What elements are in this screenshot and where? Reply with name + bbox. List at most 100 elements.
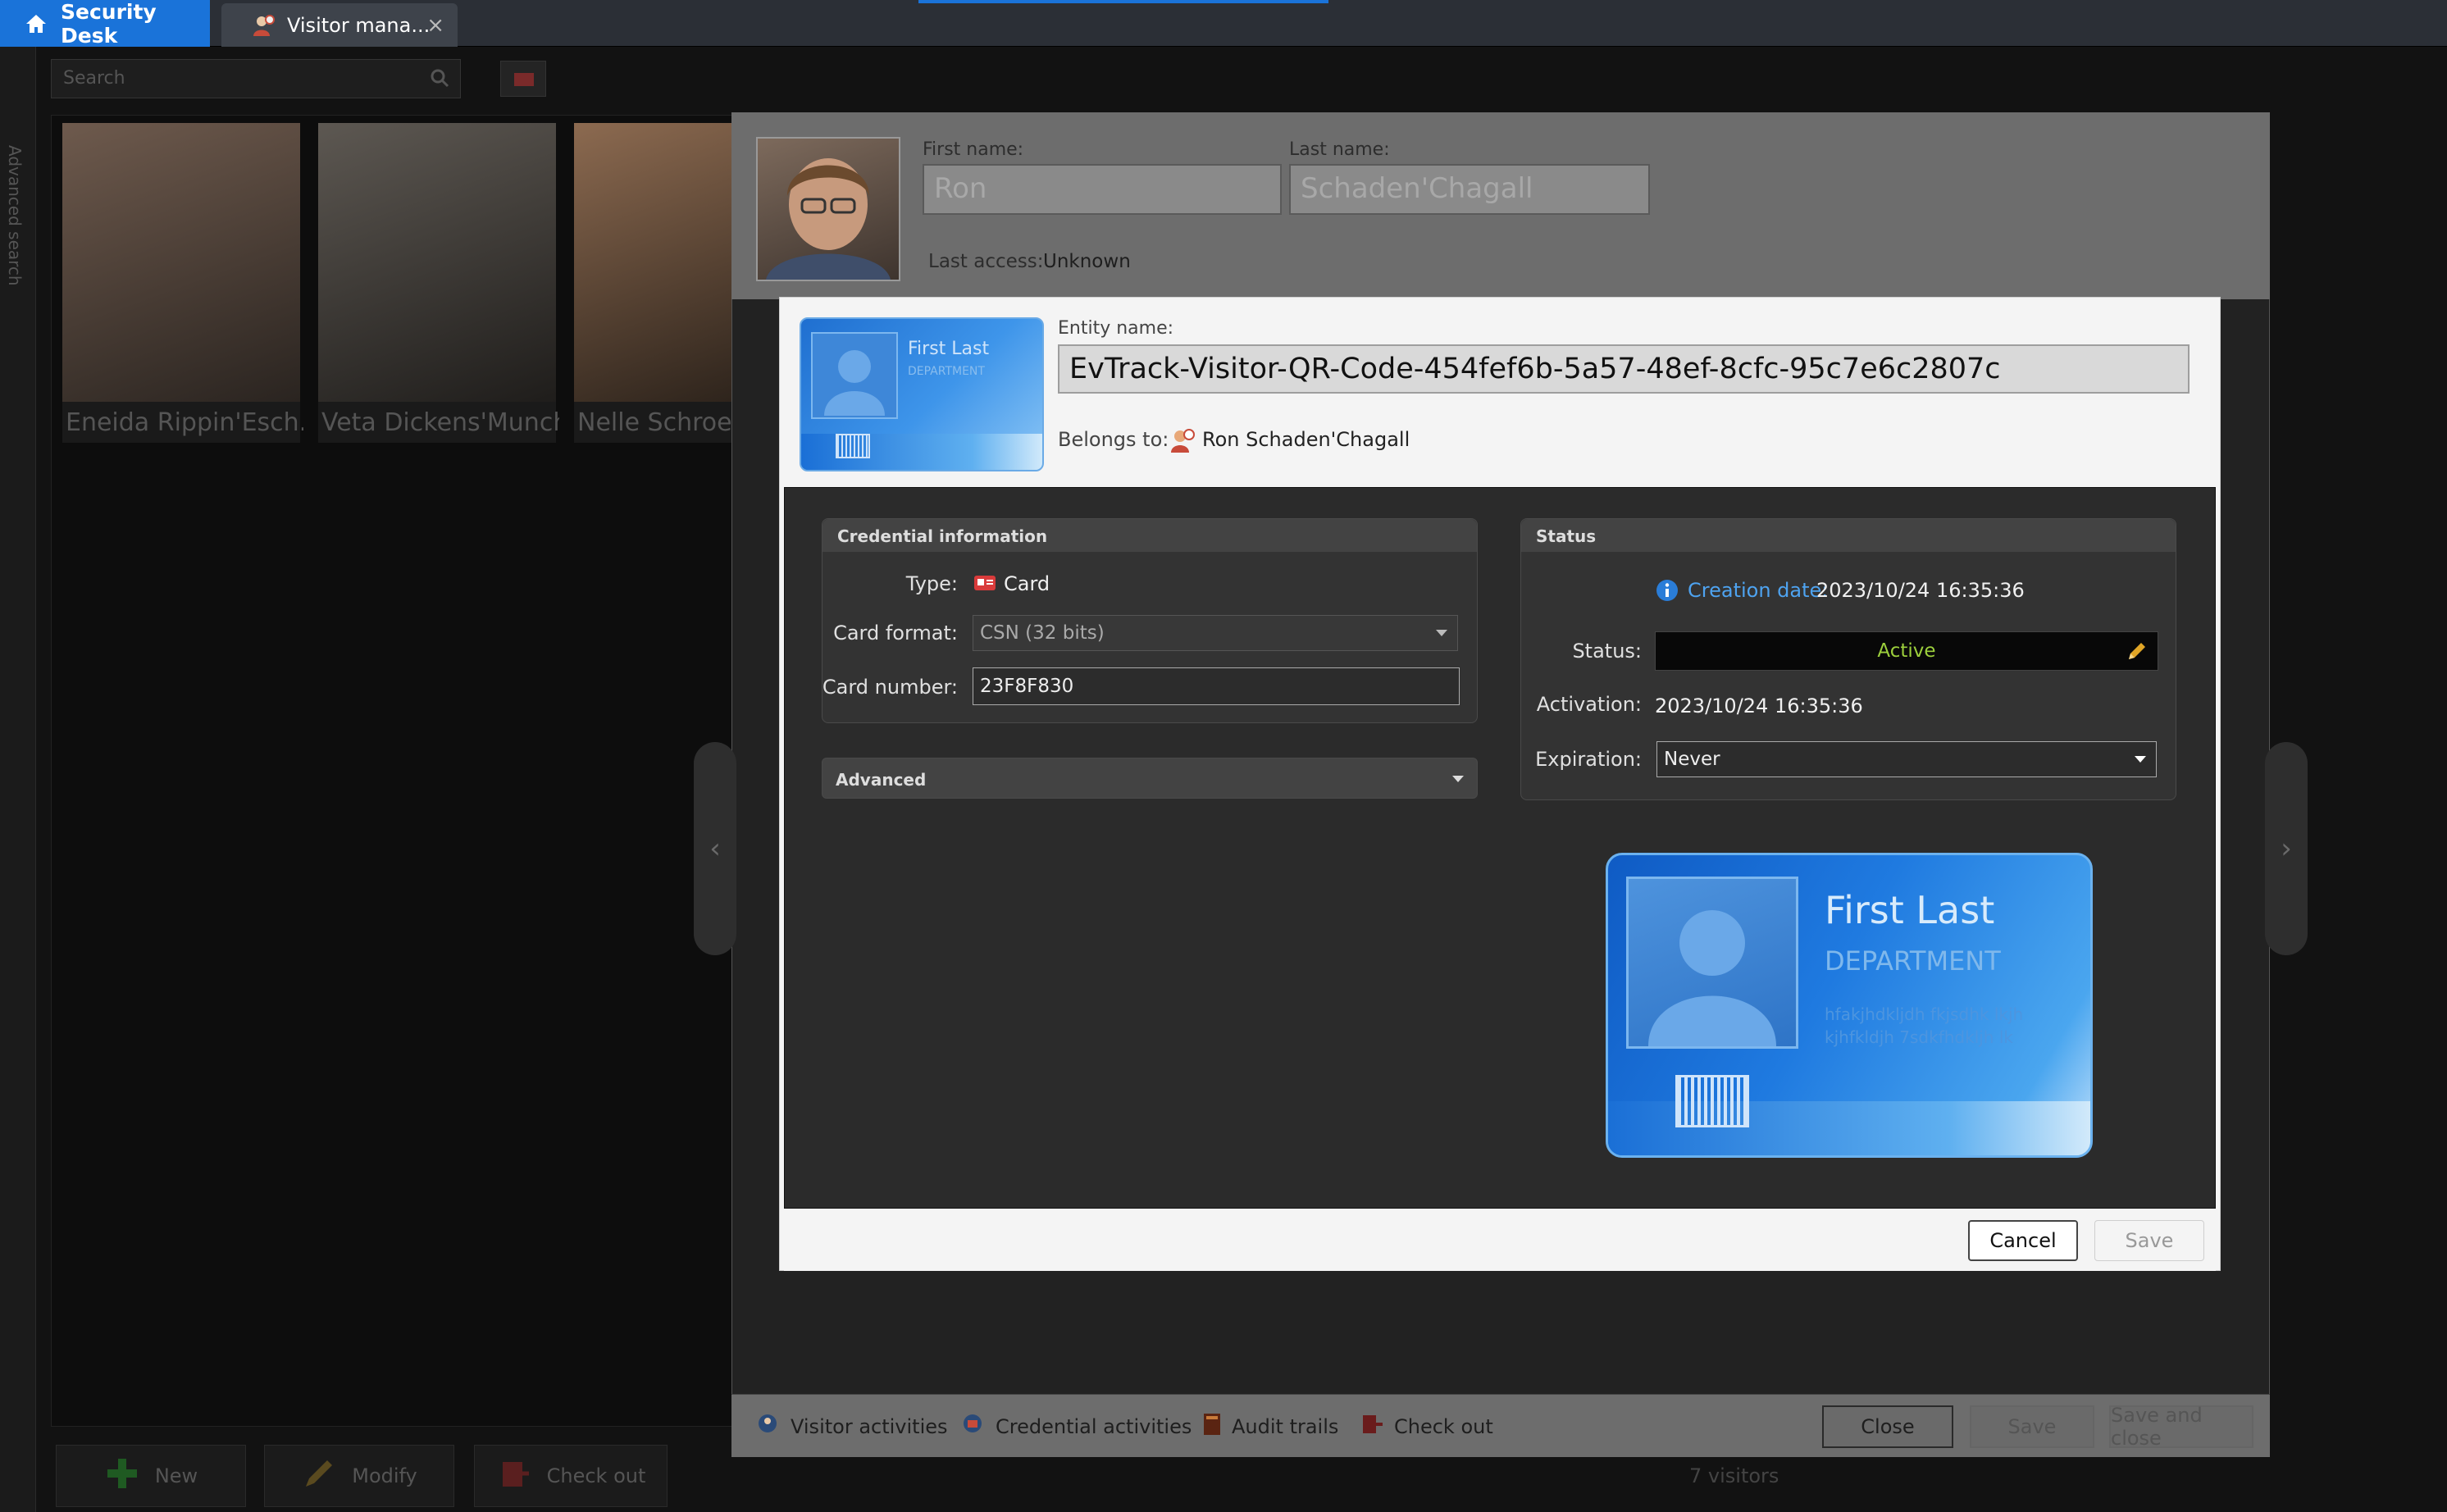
first-name-value: Ron: [934, 172, 987, 205]
pencil-icon[interactable]: [2126, 640, 2148, 662]
credential-activities-button[interactable]: Credential activities: [961, 1412, 1192, 1441]
belongs-to-link[interactable]: Ron Schaden'Chagall: [1202, 428, 1410, 451]
belongs-to-label: Belongs to:: [1058, 428, 1169, 451]
new-button[interactable]: New: [56, 1445, 246, 1507]
card-thumbnail-name: First Last: [908, 339, 990, 359]
chevron-down-icon: [1452, 776, 1464, 782]
chevron-right-icon: ›: [2281, 832, 2292, 865]
creation-date-value: 2023/10/24 16:35:36: [1816, 579, 2025, 602]
close-button[interactable]: Close: [1822, 1405, 1953, 1448]
save-and-close-label: Save and close: [2111, 1404, 2203, 1450]
home-icon: [25, 13, 48, 34]
card-thumbnail-dept: DEPARTMENT: [908, 365, 985, 378]
chevron-down-icon: [2135, 756, 2146, 763]
type-value: Card: [1004, 572, 1050, 595]
search-input[interactable]: Search: [51, 59, 461, 98]
card-preview-line-1: hfakjhdkljdh fkjsdhk lkjh: [1825, 1004, 2024, 1024]
visitor-photo: [318, 123, 556, 402]
tab-bar-accent: [918, 0, 1328, 3]
check-out-button[interactable]: Check out: [1360, 1412, 1493, 1441]
visitor-activities-button[interactable]: Visitor activities: [756, 1412, 948, 1441]
first-name-input[interactable]: Ron: [923, 164, 1282, 215]
check-out-label: Check out: [1394, 1415, 1493, 1438]
activation-label: Activation:: [1536, 693, 1642, 716]
expiration-value: Never: [1664, 749, 1720, 770]
tab-security-desk[interactable]: Security Desk: [0, 0, 210, 48]
pencil-icon: [301, 1455, 337, 1496]
card-preview-dept: DEPARTMENT: [1825, 945, 2001, 977]
last-access-label: Last access:: [928, 251, 1044, 272]
status-header: Status: [1521, 519, 2176, 552]
visitor-name: Veta Dickens'Munch: [321, 408, 559, 437]
visitor-photo: [62, 123, 300, 402]
book-icon: [1202, 1412, 1222, 1441]
first-name-label: First name:: [923, 139, 1024, 160]
visitor-photo[interactable]: [756, 137, 900, 281]
type-label: Type:: [905, 572, 958, 595]
entity-name-value: EvTrack-Visitor-QR-Code-454fef6b-5a57-48…: [1069, 353, 2001, 385]
status-field[interactable]: Active: [1655, 631, 2158, 671]
visitor-card[interactable]: Nelle Schroed: [574, 123, 735, 443]
save-button-label: Save: [2007, 1415, 2057, 1438]
save-and-close-button[interactable]: Save and close: [2109, 1404, 2253, 1450]
visitor-card[interactable]: Eneida Rippin'Esch...: [62, 123, 303, 443]
visitor-card[interactable]: Veta Dickens'Munch: [318, 123, 559, 443]
search-icon: [429, 67, 450, 89]
credential-activities-label: Credential activities: [996, 1415, 1192, 1438]
close-button-label: Close: [1861, 1415, 1915, 1438]
advanced-label: Advanced: [836, 770, 927, 790]
card-number-input[interactable]: 23F8F830: [973, 667, 1460, 705]
next-arrow[interactable]: ›: [2265, 742, 2308, 955]
expiration-dropdown[interactable]: Never: [1656, 741, 2157, 777]
last-name-value: Schaden'Chagall: [1301, 172, 1533, 205]
advanced-search-strip[interactable]: Advanced search: [0, 47, 36, 1512]
plus-icon: [104, 1455, 140, 1496]
creation-date-label: Creation date:: [1688, 579, 1829, 602]
close-tab-icon[interactable]: ×: [426, 13, 444, 38]
barcode-icon: [836, 434, 870, 458]
card-format-value: CSN (32 bits): [980, 622, 1105, 644]
card-number-value: 23F8F830: [980, 676, 1074, 697]
visitor-icon: [251, 13, 276, 38]
tab-visitor-label: Visitor mana...: [287, 13, 431, 37]
visitor-activities-label: Visitor activities: [791, 1415, 948, 1438]
card-preview: First Last DEPARTMENT hfakjhdkljdh fkjsd…: [1606, 853, 2093, 1158]
visitor-name: Nelle Schroed: [577, 408, 735, 437]
card-thumbnail-photo: [811, 332, 898, 419]
tab-visitor-management[interactable]: Visitor mana... ×: [221, 3, 458, 47]
cancel-button[interactable]: Cancel: [1968, 1220, 2078, 1261]
dialog-save-label: Save: [2125, 1229, 2174, 1252]
last-name-input[interactable]: Schaden'Chagall: [1289, 164, 1650, 215]
card-preview-text: hfakjhdkljdh fkjsdhk lkjh kjhfkldjh 7sdk…: [1825, 1003, 2023, 1049]
visitor-photo: [574, 123, 731, 402]
entity-name-label: Entity name:: [1058, 318, 1174, 339]
card-format-dropdown[interactable]: CSN (32 bits): [973, 615, 1458, 651]
checkout-icon: [496, 1455, 532, 1496]
checkout-icon: [1360, 1412, 1384, 1441]
entity-name-input[interactable]: EvTrack-Visitor-QR-Code-454fef6b-5a57-48…: [1058, 344, 2190, 394]
modify-button-label: Modify: [352, 1464, 417, 1487]
checkout-button[interactable]: Check out: [474, 1445, 668, 1507]
expiration-label: Expiration:: [1535, 748, 1642, 771]
chevron-down-icon: [1436, 630, 1447, 636]
card-type-icon: [973, 571, 997, 595]
visitor-activities-icon: [756, 1412, 781, 1441]
save-button[interactable]: Save: [1970, 1405, 2094, 1448]
filter-button[interactable]: [500, 61, 546, 97]
audit-trails-label: Audit trails: [1232, 1415, 1339, 1438]
dialog-save-button[interactable]: Save: [2094, 1220, 2204, 1261]
audit-trails-button[interactable]: Audit trails: [1202, 1412, 1338, 1441]
card-preview-line-2: kjhfkldjh 7sdkfhdkljh lk: [1825, 1027, 2013, 1047]
advanced-search-label: Advanced search: [5, 145, 25, 286]
chevron-left-icon: ‹: [709, 832, 721, 865]
card-preview-name: First Last: [1825, 888, 1995, 932]
checkout-button-label: Check out: [546, 1464, 646, 1487]
card-format-label: Card format:: [833, 622, 958, 644]
new-button-label: New: [154, 1464, 198, 1487]
barcode-icon: [1675, 1075, 1749, 1127]
visitor-name: Eneida Rippin'Esch...: [66, 408, 303, 437]
modify-button[interactable]: Modify: [264, 1445, 454, 1507]
previous-arrow[interactable]: ‹: [694, 742, 736, 955]
credential-information-header: Credential information: [823, 519, 1477, 552]
advanced-expander[interactable]: Advanced: [822, 758, 1478, 799]
